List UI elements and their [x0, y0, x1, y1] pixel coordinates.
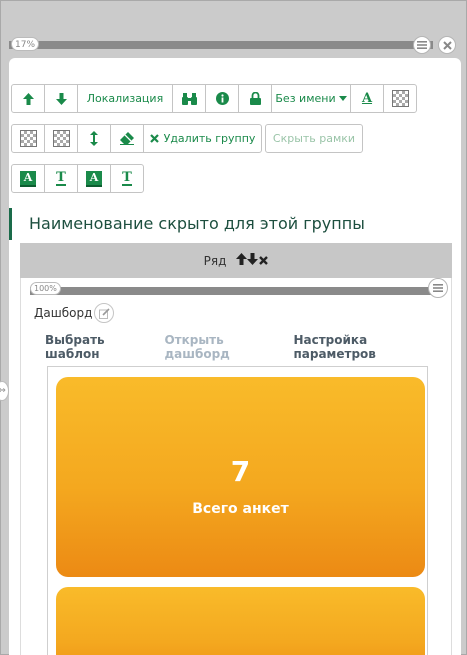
checker-icon	[52, 130, 70, 147]
binoculars-button[interactable]	[172, 84, 206, 113]
info-icon	[215, 92, 229, 105]
text-style-icon: T	[122, 170, 132, 186]
chevron-down-icon	[338, 96, 347, 101]
toolbar-row-3: A T A T	[11, 164, 144, 193]
dashboard-label: Дашборд	[34, 306, 93, 320]
kpi-tile-value: 7	[230, 455, 251, 488]
header-color-button[interactable]	[44, 124, 78, 153]
checker-icon	[19, 130, 37, 147]
arrow-up-icon[interactable]	[236, 252, 248, 265]
kpi-tile[interactable]: 7 Всего анкет	[56, 377, 425, 577]
font-background-icon: A	[20, 170, 36, 187]
eraser-icon	[120, 132, 134, 145]
checker-icon	[391, 90, 409, 107]
font-color-icon: A	[361, 91, 373, 106]
zoom-slider-track[interactable]	[9, 41, 433, 49]
body-font-bg-button[interactable]: A	[77, 164, 111, 193]
vertical-resize-icon	[90, 131, 98, 146]
row-zoom-slider-value: 100%	[30, 282, 61, 295]
group-title: Наименование скрыто для этой группы	[9, 208, 461, 240]
arrow-up-icon	[22, 92, 34, 105]
toolbar-row-1: Локализация Без имени A	[11, 84, 417, 113]
list-icon[interactable]	[428, 278, 448, 298]
edit-icon[interactable]	[94, 303, 115, 323]
tab-open-dashboard[interactable]: Открыть дашборд	[164, 333, 281, 361]
tab-select-template[interactable]: Выбрать шаблон	[45, 333, 152, 361]
list-icon[interactable]	[413, 36, 431, 54]
hide-borders-button[interactable]: Скрыть рамки	[265, 124, 363, 153]
kpi-tile-label: Всего анкет	[192, 501, 289, 517]
move-up-button[interactable]	[11, 84, 45, 113]
delete-group-button[interactable]: Удалить группу	[143, 124, 262, 153]
close-icon	[149, 134, 159, 143]
background-color-button[interactable]	[383, 84, 417, 113]
lock-button[interactable]	[238, 84, 272, 113]
zoom-slider-value: 17%	[11, 37, 40, 51]
name-dropdown-label: Без имени	[275, 92, 336, 105]
text-style-icon: T	[56, 170, 66, 186]
arrow-down-icon	[55, 92, 67, 105]
row-zoom-slider-track[interactable]	[30, 287, 434, 295]
name-dropdown[interactable]: Без имени	[271, 84, 351, 113]
zoom-slider[interactable]: 17%	[9, 37, 461, 53]
binoculars-icon	[181, 92, 197, 105]
header-font-style-button[interactable]: T	[44, 164, 78, 193]
dashboard-tabs: Выбрать шаблон Открыть дашборд Настройка…	[45, 333, 451, 361]
kpi-tile[interactable]	[56, 587, 425, 655]
dashboard-label-container: Дашборд	[34, 303, 115, 323]
tab-parameter-settings[interactable]: Настройка параметров	[293, 333, 439, 361]
toolbar-row-2: Удалить группу Скрыть рамки	[11, 124, 363, 153]
close-icon[interactable]	[259, 255, 269, 265]
row-header: Ряд	[20, 243, 452, 278]
arrow-down-icon[interactable]	[247, 252, 259, 265]
localization-button[interactable]: Локализация	[77, 84, 173, 113]
row-controls	[236, 252, 269, 269]
row-zoom-slider[interactable]: 100%	[30, 282, 448, 297]
lock-icon	[249, 92, 261, 105]
border-color-button[interactable]	[11, 124, 45, 153]
delete-group-label: Удалить группу	[163, 132, 256, 145]
eraser-button[interactable]	[110, 124, 144, 153]
body-font-style-button[interactable]: T	[110, 164, 144, 193]
header-font-bg-button[interactable]: A	[11, 164, 45, 193]
move-down-button[interactable]	[44, 84, 78, 113]
row-label: Ряд	[203, 253, 227, 268]
font-background-icon: A	[86, 170, 102, 187]
close-icon[interactable]	[438, 36, 456, 54]
window-frame: 17% Локализация Без имени A Удалить груп…	[0, 0, 467, 655]
info-button[interactable]	[205, 84, 239, 113]
vertical-resize-button[interactable]	[77, 124, 111, 153]
resize-handle-icon[interactable]: ⇔	[0, 381, 9, 401]
font-color-button[interactable]: A	[350, 84, 384, 113]
